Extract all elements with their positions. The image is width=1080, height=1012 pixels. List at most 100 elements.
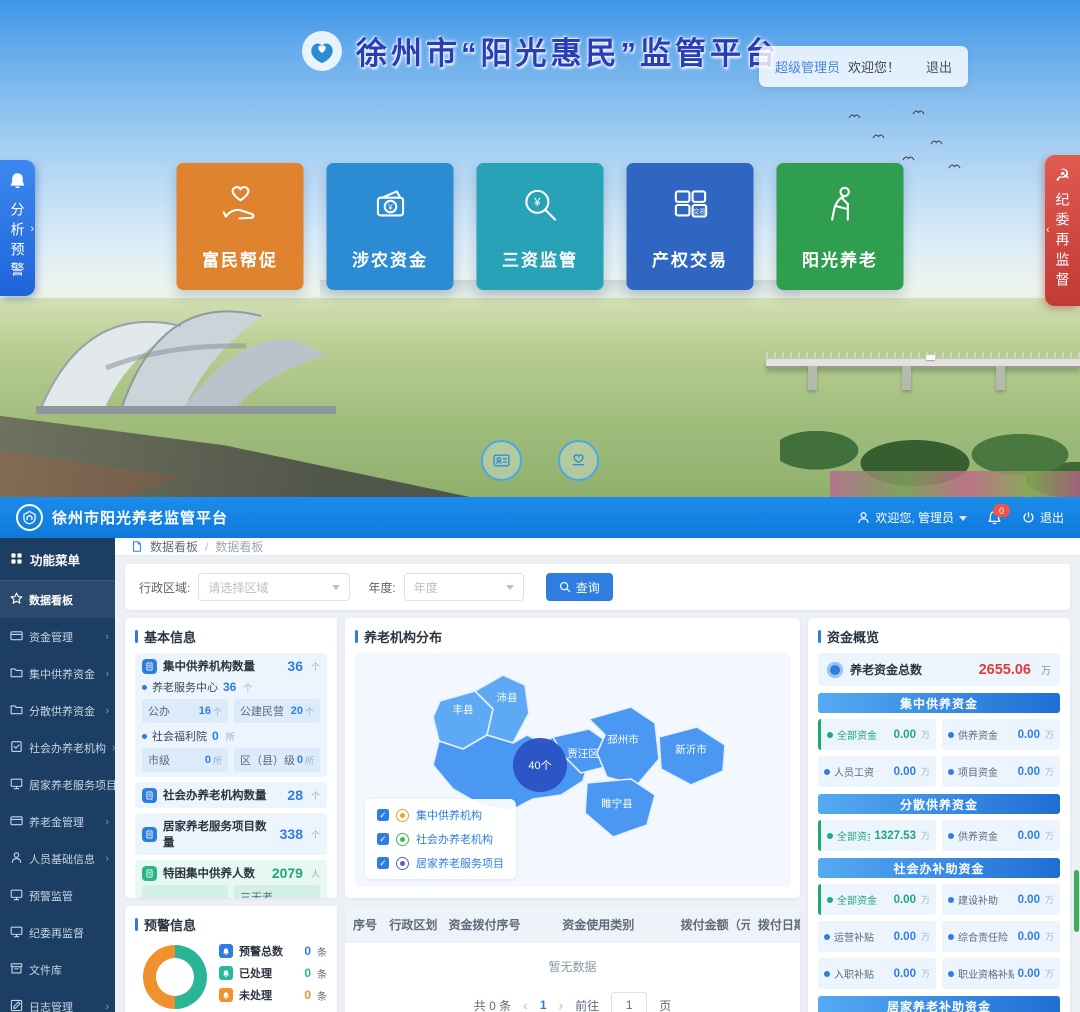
map-legend-item[interactable]: ✓居家养老服务项目 [377, 855, 504, 871]
sidebar-item-养老金管理[interactable]: 养老金管理› [0, 803, 115, 840]
goto-label: 前往 [575, 997, 599, 1012]
search-button[interactable]: 查询 [546, 573, 613, 601]
sub-stat-value: 0 [212, 729, 219, 743]
fund-section-header: 集中供养资金 [818, 693, 1060, 713]
pagination: 共 0 条 ‹ 1 › 前往 页 [345, 983, 800, 1012]
fund-stat-card: 人员工资0.00万 [818, 756, 936, 787]
ribbon-label: 纪委再监督 [1053, 192, 1073, 292]
map-legend-item[interactable]: ✓社会办养老机构 [377, 831, 504, 847]
sidebar-item-文件库[interactable]: 文件库 [0, 951, 115, 988]
checkbox-checked-icon[interactable]: ✓ [377, 809, 389, 821]
checkbox-checked-icon[interactable]: ✓ [377, 833, 389, 845]
warning-stat-row: 未处理0条 [219, 987, 327, 1003]
warning-stat-value: 0 [304, 988, 311, 1002]
map-region-label: 新沂市 [675, 743, 707, 756]
sidebar-item-人员基础信息[interactable]: 人员基础信息› [0, 840, 115, 877]
sub-stat-unit: 所 [226, 730, 235, 743]
stat-unit: 个 [311, 828, 320, 841]
bullet-dot [142, 685, 147, 690]
fund-label: 人员工资 [834, 764, 874, 779]
idcard-icon[interactable] [481, 440, 522, 481]
bridge [766, 352, 1080, 392]
page-number[interactable]: 1 [540, 998, 547, 1012]
warning-stat-value: 0 [304, 966, 311, 980]
menu-grid-icon [10, 552, 23, 568]
map-region[interactable] [589, 707, 659, 785]
discipline-supervision-ribbon[interactable]: ☭ 纪委再监督 ‹ [1045, 155, 1080, 306]
heart-care-icon[interactable] [558, 440, 599, 481]
chevron-right-icon: › [105, 705, 109, 717]
basic-card-3: 居家养老服务项目数量338个 [135, 813, 327, 855]
bird-icon [872, 126, 885, 144]
page-goto-input[interactable] [611, 992, 647, 1012]
breadcrumb-root[interactable]: 数据看板 [150, 538, 198, 555]
module-tile-4[interactable]: 交易产权交易 [627, 163, 754, 290]
page-unit: 页 [659, 997, 671, 1012]
map-legend-item[interactable]: ✓集中供养机构 [377, 807, 504, 823]
module-tile-3[interactable]: ¥三资监管 [477, 163, 604, 290]
hand-heart-icon [217, 182, 263, 233]
doc-icon [142, 827, 157, 842]
sidebar-item-分散供养资金[interactable]: 分散供养资金 › [0, 692, 115, 729]
sidebar-item-居家养老服务项目[interactable]: 居家养老服务项目› [0, 766, 115, 803]
fund-label: 全部资金 [837, 727, 877, 742]
panel-title: 资金概览 [818, 627, 1060, 646]
chevron-right-icon: › [105, 1001, 109, 1012]
chevron-down-icon [506, 585, 514, 590]
pair-unit: 个 [213, 705, 222, 718]
power-icon [1022, 511, 1035, 524]
scrollbar-thumb[interactable] [1074, 870, 1079, 932]
panel-title: 预警信息 [135, 915, 327, 934]
sidebar-item-社会办养老机构[interactable]: 社会办养老机构› [0, 729, 115, 766]
sidebar-item-label: 分散供养资金 [29, 703, 95, 719]
bullet-dot [824, 769, 830, 775]
analysis-warning-ribbon[interactable]: 分析预警 › [0, 160, 35, 296]
module-tile-5[interactable]: 阳光养老 [777, 163, 904, 290]
user-menu[interactable]: 欢迎您, 管理员 [857, 509, 967, 526]
sidebar-item-预警监管[interactable]: 预警监管 [0, 877, 115, 914]
bullet-dot [827, 732, 833, 738]
logout-button[interactable]: 退出 [1022, 509, 1064, 526]
sidebar-item-日志管理[interactable]: 日志管理› [0, 988, 115, 1012]
sidebar-item-纪委再监督[interactable]: 纪委再监督 [0, 914, 115, 951]
module-tile-1[interactable]: 富民帮促 [177, 163, 304, 290]
party-emblem-icon: ☭ [1055, 167, 1070, 184]
checkbox-checked-icon[interactable]: ✓ [377, 857, 389, 869]
sidebar-item-资金管理[interactable]: 资金管理› [0, 618, 115, 655]
fund-label: 供养资金 [958, 828, 998, 843]
fund-label: 供养资金 [958, 727, 998, 742]
hero-logout-button[interactable]: 退出 [926, 57, 952, 76]
next-page-button[interactable]: › [559, 998, 564, 1012]
warning-stat-unit: 条 [317, 966, 327, 981]
tile-label: 产权交易 [652, 246, 728, 271]
pair-stat: 三无老人1976人 [234, 885, 320, 898]
module-tile-2[interactable]: ¥涉农资金 [327, 163, 454, 290]
region-select[interactable]: 请选择区域 [198, 573, 350, 601]
pair-stat: 五保老人103人 [142, 885, 228, 898]
table-empty-state: 暂无数据 [345, 943, 800, 983]
fund-stat-card: 综合责任险0.00万 [942, 921, 1060, 952]
pair-label: 五保老人 [148, 897, 192, 898]
breadcrumb: 数据看板 / 数据看板 [115, 538, 1080, 556]
tile-label: 阳光养老 [802, 246, 878, 271]
notifications-bell[interactable]: 0 [987, 510, 1002, 525]
hero-user-box: 超级管理员 欢迎您！ 退出 [759, 46, 968, 87]
sidebar-item-数据看板[interactable]: 数据看板 [0, 581, 115, 618]
chevron-left-icon: ‹ [1046, 224, 1050, 236]
hero-title: 徐州市“阳光惠民”监管平台 [356, 28, 780, 73]
fund-value: 0.00 [894, 931, 916, 943]
pair-stat: 市级0所 [142, 748, 228, 772]
map-region-label: 沛县 [497, 691, 518, 704]
sidebar-item-label: 数据看板 [29, 592, 73, 608]
map-region[interactable] [659, 727, 725, 785]
fund-section-header: 社会办补助资金 [818, 858, 1060, 878]
pair-label: 公办 [148, 703, 170, 719]
year-select[interactable]: 年度 [404, 573, 524, 601]
person-icon [857, 511, 870, 524]
sub-stat-row: 养老服务中心36个 [142, 679, 320, 695]
total-funds-card: 养老资金总数 2655.06 万 [818, 653, 1060, 686]
sidebar-item-集中供养资金[interactable]: 集中供养资金› [0, 655, 115, 692]
prev-page-button[interactable]: ‹ [523, 998, 528, 1012]
stat-row: 特困集中供养人数2079人 [142, 865, 320, 881]
flower-bed [830, 471, 1080, 497]
